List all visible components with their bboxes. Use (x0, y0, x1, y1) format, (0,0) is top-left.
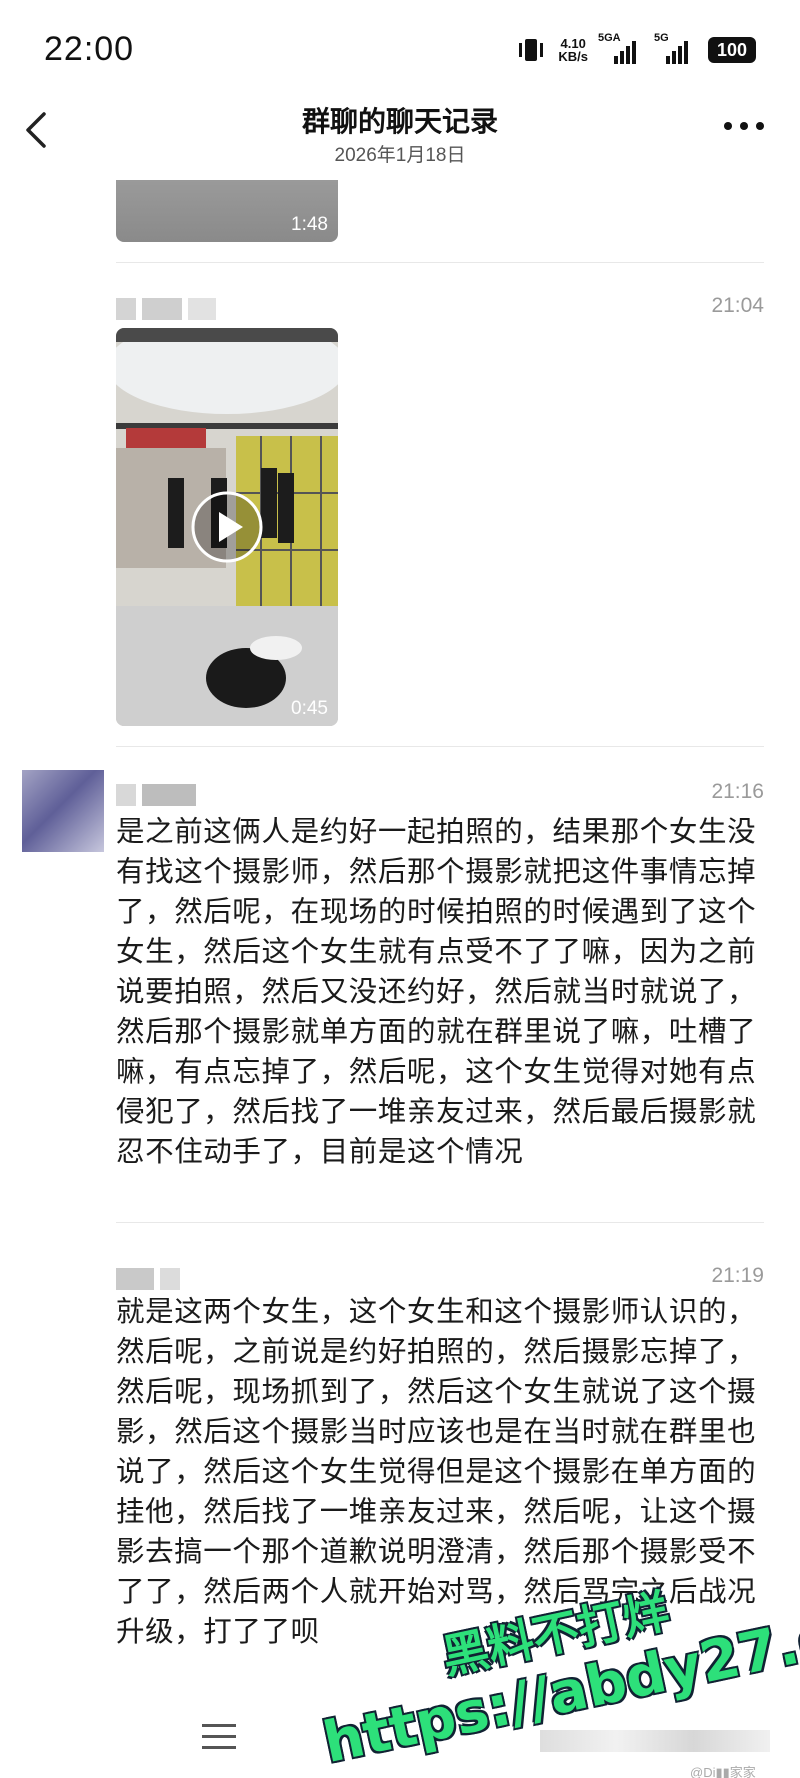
signal-5g-label: 5G (654, 32, 669, 44)
status-icons: 4.10 KB/s 5GA 5G 100 (516, 32, 756, 64)
message-time: 21:19 (711, 1264, 764, 1287)
message-divider (116, 746, 764, 747)
message-time: 21:04 (711, 294, 764, 317)
message-text: 就是这两个女生，这个女生和这个摄影师认识的，然后呢，之前说是约好拍照的，然后摄影… (116, 1296, 757, 1648)
video-message-1[interactable]: 1:48 (116, 180, 338, 242)
signal-5g: 5G (654, 32, 696, 64)
nav-bar: 群聊的聊天记录 2026年1月18日 (0, 96, 800, 176)
message-text: 是之前这俩人是约好一起拍照的，结果那个女生没有找这个摄影师，然后那个摄影就把这件… (116, 816, 757, 1168)
battery-indicator: 100 (708, 37, 756, 63)
vibrate-icon (519, 39, 544, 61)
video-message-2[interactable]: 0:45 (116, 328, 338, 726)
network-speed: 4.10 KB/s (558, 37, 588, 63)
status-time: 22:00 (44, 30, 135, 68)
sender-name-blurred (116, 298, 216, 320)
signal-5ga: 5GA (598, 32, 644, 64)
menu-icon[interactable] (202, 1724, 236, 1750)
play-icon[interactable] (190, 490, 264, 564)
sender-name-blurred (116, 1268, 180, 1290)
video-duration: 1:48 (291, 214, 328, 235)
message-divider (116, 1222, 764, 1223)
page-subtitle-date: 2026年1月18日 (334, 145, 466, 166)
more-icon[interactable] (724, 122, 764, 134)
message-divider (116, 262, 764, 263)
network-speed-unit: KB/s (558, 49, 588, 64)
signal-5ga-label: 5GA (598, 32, 621, 44)
weibo-credit: @Di▮▮家家 (690, 1765, 756, 1778)
status-bar: 22:00 4.10 KB/s 5GA 5G 100 (0, 0, 800, 96)
message-time: 21:16 (711, 780, 764, 803)
avatar[interactable] (22, 770, 104, 852)
page-title: 群聊的聊天记录 (301, 106, 498, 137)
sender-name-blurred (116, 784, 196, 806)
video-duration: 0:45 (291, 698, 328, 719)
blurred-region (540, 1730, 770, 1752)
